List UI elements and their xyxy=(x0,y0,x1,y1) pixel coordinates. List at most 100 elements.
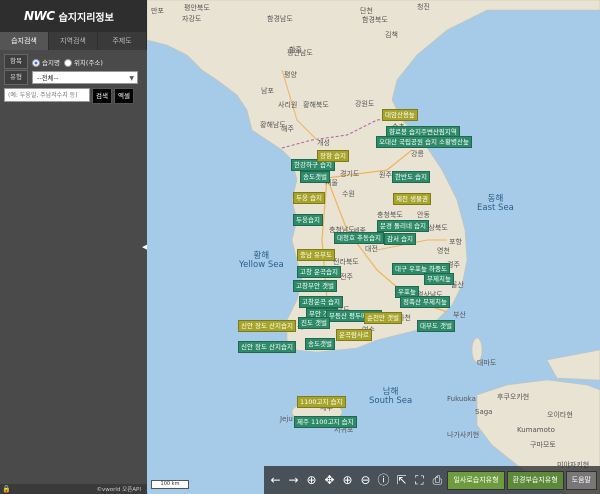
info-icon[interactable]: ⓘ xyxy=(375,472,391,488)
wetland-marker[interactable]: 순천만 갯벌 xyxy=(364,312,402,324)
wetland-marker[interactable]: 문경 돌리네 습지 xyxy=(377,220,429,232)
place-label: 청진 xyxy=(417,3,430,11)
globe-icon[interactable]: ⊕ xyxy=(303,472,319,488)
item-row: 항목 습지명 위치(주소) xyxy=(4,54,143,69)
wetland-marker[interactable]: 정족산 무제치늪 xyxy=(400,296,450,308)
wetland-marker[interactable]: 제천 생물권 xyxy=(393,193,431,205)
wetland-marker[interactable]: 진도 갯벌 xyxy=(298,317,330,329)
wetland-marker[interactable]: 무제치늪 xyxy=(424,273,454,285)
place-label: 오이타현 xyxy=(547,411,573,419)
place-label: 자강도 xyxy=(182,15,202,23)
wetland-marker[interactable]: 두웅습지 xyxy=(293,214,323,226)
help-button[interactable]: 도움말 xyxy=(565,470,597,490)
wetland-marker[interactable]: 두웅 습지 xyxy=(293,192,325,204)
search-button[interactable]: 검색 xyxy=(92,88,112,104)
zoom-out-icon[interactable]: ⊖ xyxy=(357,472,373,488)
back-arrow-icon[interactable]: ← xyxy=(267,472,283,488)
map-view[interactable]: 만포 단천 김책 평안북도 함경남도 함경북도 자강도 함흥 평안남도 평양 남포 황해북도 강원도 사리… xyxy=(147,0,600,494)
place-label: Saga xyxy=(475,408,493,416)
type-label: 유형 xyxy=(4,70,28,85)
sea-label: 황해 Yellow Sea xyxy=(239,251,284,270)
wetland-marker[interactable]: 고창 운곡습지 xyxy=(297,266,341,278)
excel-button[interactable]: 엑셀 xyxy=(113,88,134,104)
wetland-marker[interactable]: 충남 유부도 xyxy=(297,249,335,261)
print-icon[interactable]: ⎙ xyxy=(429,472,445,488)
tab-thematic-map[interactable]: 주제도 xyxy=(98,32,147,50)
brand-header: NWC 습지지리정보 xyxy=(0,0,147,32)
sea-label: 남해 South Sea xyxy=(369,387,413,406)
wetland-marker[interactable]: 1100고지 습지 xyxy=(297,396,346,408)
place-label: 대마도 xyxy=(477,359,497,367)
search-row: 검색 엑셀 xyxy=(4,88,143,104)
type-row: 유형 --전체-- ▼ xyxy=(4,70,143,85)
wetland-marker[interactable]: 송도갯벌 xyxy=(305,338,335,350)
tab-wetland-search[interactable]: 습지검색 xyxy=(0,32,49,50)
wetland-marker[interactable]: 신안 장도 산지습지 xyxy=(238,341,296,353)
place-label: Kumamoto xyxy=(517,426,555,434)
forward-arrow-icon[interactable]: → xyxy=(285,472,301,488)
wetland-marker[interactable]: 감서 습지 xyxy=(384,233,416,245)
wetland-marker[interactable]: 오대산 국립공원 습지 소황병산늪 xyxy=(376,136,472,148)
wetland-marker[interactable]: 대암산용늪 xyxy=(382,109,418,121)
radio-unselected-icon xyxy=(63,58,72,67)
type-select-value: --전체-- xyxy=(37,74,59,82)
place-label: 안동 xyxy=(417,211,430,219)
sea-label: 동해 East Sea xyxy=(477,194,514,213)
place-label: 원주 xyxy=(379,171,392,179)
place-label: 개성 xyxy=(317,139,330,147)
place-label: 나가사키현 xyxy=(447,431,480,439)
place-label: 후쿠오카현 xyxy=(497,393,530,401)
place-label: 충청북도 xyxy=(377,211,403,219)
place-label: Fukuoka xyxy=(447,395,476,403)
place-label: 함경남도 xyxy=(267,15,293,23)
place-label: 강릉 xyxy=(411,150,424,158)
wetland-type-button[interactable]: 일사로습지유형 xyxy=(447,470,505,490)
scale-bar: 100 km xyxy=(151,480,189,489)
radio-wetland-name[interactable]: 습지명 xyxy=(32,57,60,67)
place-label: 영천 xyxy=(437,247,450,255)
lock-icon: 🔒 xyxy=(2,485,11,493)
wetland-marker[interactable]: 고창부안 갯벌 xyxy=(293,280,337,292)
place-label: 전주 xyxy=(340,273,353,281)
select-icon[interactable]: ⇱ xyxy=(393,472,409,488)
place-label: 경기도 xyxy=(340,170,360,178)
place-label: 부산 xyxy=(453,311,466,319)
place-label: 남포 xyxy=(261,87,274,95)
place-label: 포항 xyxy=(449,238,462,246)
env-wetland-type-button[interactable]: 환경부습지유형 xyxy=(506,470,564,490)
wetland-marker[interactable]: 대부도 갯벌 xyxy=(417,320,455,332)
nwc-logo: NWC xyxy=(24,9,55,23)
wetland-marker[interactable]: 대청호 추동습지 xyxy=(334,232,384,244)
wetland-marker[interactable]: 한반도 습지 xyxy=(392,171,430,183)
place-label: 수원 xyxy=(342,190,355,198)
radio-selected-icon xyxy=(32,58,40,67)
peninsula-land xyxy=(147,0,600,353)
sidebar-footer: 🔒 ©vworld 오픈API xyxy=(0,484,147,494)
wetland-marker[interactable]: 고창운곡 습지 xyxy=(299,296,343,308)
radio-location[interactable]: 위치(주소) xyxy=(63,57,103,67)
item-label: 항목 xyxy=(4,54,28,69)
wetland-marker[interactable]: 제주 1100고지 습지 xyxy=(294,416,357,428)
search-tabs: 습지검색 지역검색 주제도 xyxy=(0,32,147,50)
place-label: 황해남도 xyxy=(260,121,286,129)
wetland-marker[interactable]: 신안 장도 산지습지 xyxy=(238,320,296,332)
pan-icon[interactable]: ✥ xyxy=(321,472,337,488)
place-label: 대전 xyxy=(365,245,378,253)
place-label: 구마모토 xyxy=(530,441,556,449)
tab-region-search[interactable]: 지역검색 xyxy=(49,32,98,50)
place-label: 사리원 xyxy=(278,101,298,109)
type-select[interactable]: --전체-- ▼ xyxy=(32,71,138,84)
fullscreen-icon[interactable]: ⛶ xyxy=(411,472,427,488)
honshu-land xyxy=(546,349,600,381)
search-input[interactable] xyxy=(4,88,90,102)
place-label: 평양 xyxy=(284,71,297,79)
place-label: 황해북도 xyxy=(303,101,329,109)
zoom-in-icon[interactable]: ⊕ xyxy=(339,472,355,488)
map-credit: ©vworld 오픈API xyxy=(96,487,141,493)
wetland-marker[interactable]: 송도갯벌 xyxy=(300,171,330,183)
wetland-marker[interactable]: 장항 습지 xyxy=(317,150,349,162)
wetland-marker[interactable]: 운곡람사르 xyxy=(336,329,372,341)
place-label: 함경북도 xyxy=(362,16,388,24)
place-label: 평안남도 xyxy=(287,49,313,57)
place-label: Jeju xyxy=(280,415,293,423)
